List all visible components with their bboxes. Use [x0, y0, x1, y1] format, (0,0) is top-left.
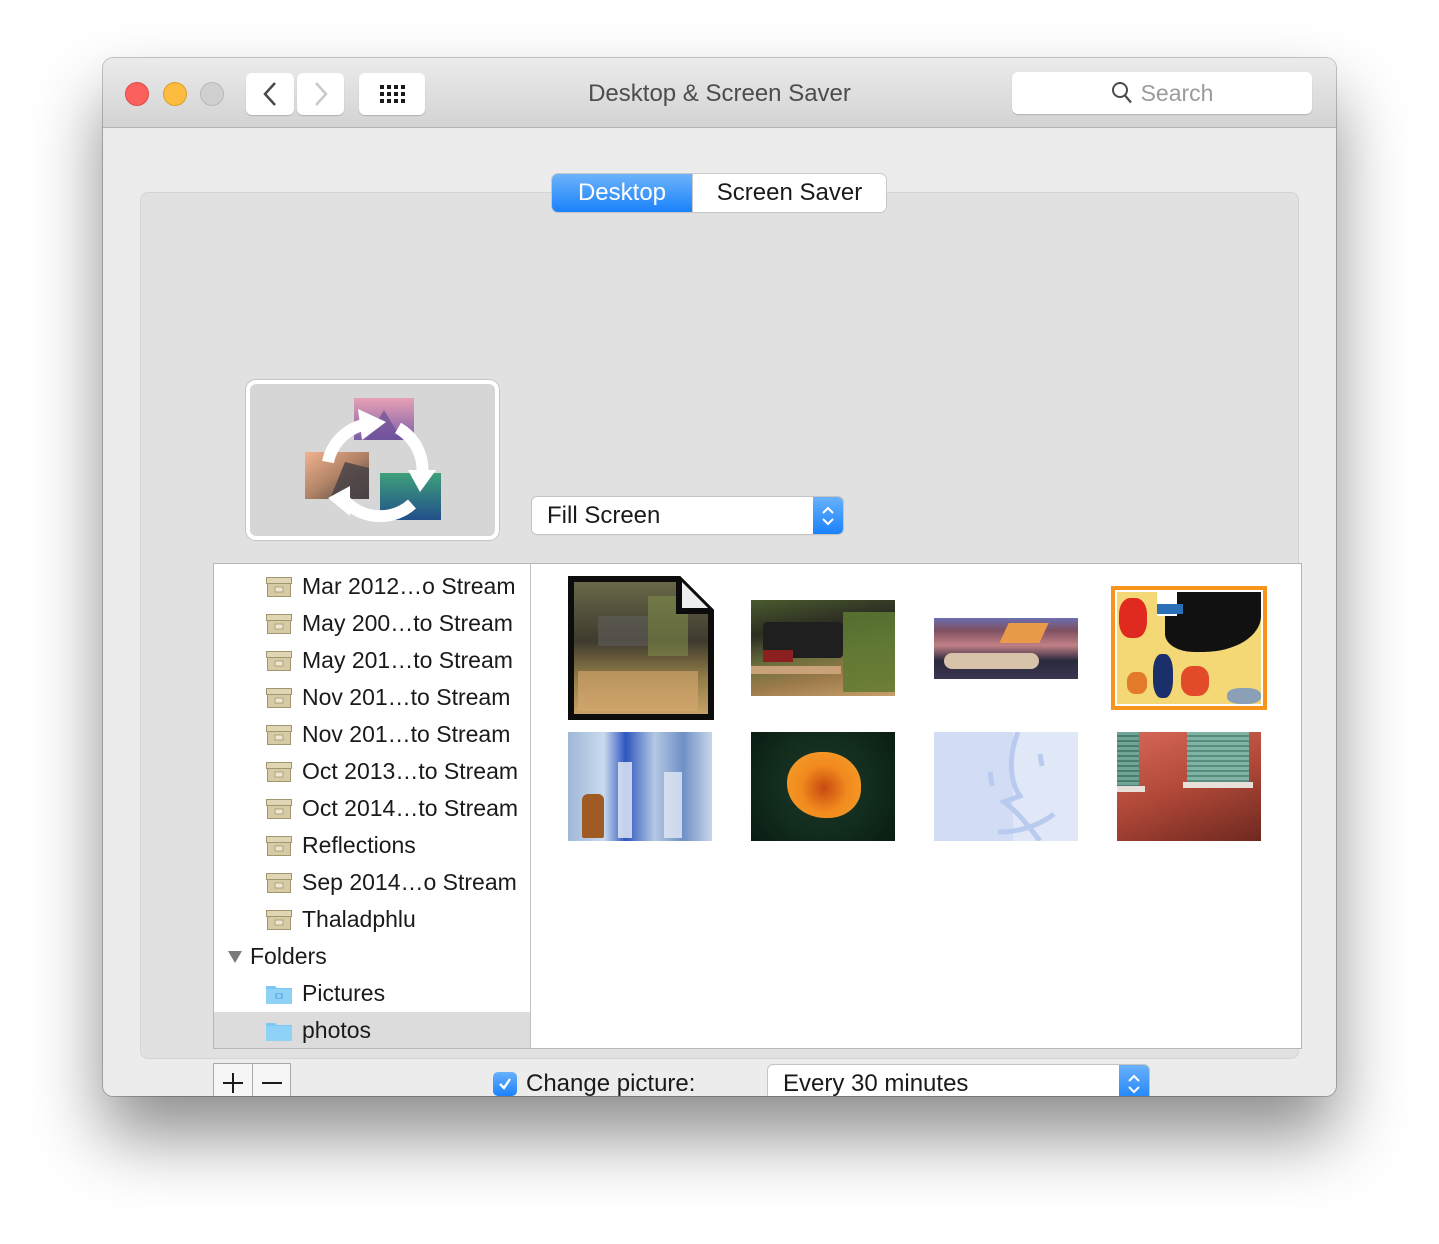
source-item[interactable]: Nov 201…to Stream [214, 716, 530, 753]
photo-stream-box-icon [266, 835, 292, 856]
finder-logo-icon [987, 732, 1056, 841]
photo-stream-box-icon [266, 613, 292, 634]
content-panel: Fill Screen Mar 2012…o Stream May 200…to… [140, 192, 1302, 1096]
photo-stream-box-icon [266, 576, 292, 597]
tab-bar: Desktop Screen Saver [552, 174, 886, 212]
photo-stream-box-icon [266, 761, 292, 782]
search-placeholder: Search [1140, 79, 1214, 106]
popup-arrows-icon [1119, 1065, 1149, 1096]
photo-stream-box-icon [266, 798, 292, 819]
fit-mode-value: Fill Screen [547, 501, 661, 529]
checkmark-icon [499, 1078, 511, 1090]
source-group-folders[interactable]: Folders [214, 938, 530, 975]
thumbnail-steam-train[interactable] [751, 600, 895, 696]
remove-folder-button[interactable] [252, 1064, 290, 1096]
change-interval-popup[interactable]: Every 30 minutes [768, 1065, 1149, 1096]
photo-stream-box-icon [266, 687, 292, 708]
add-folder-button[interactable] [214, 1064, 252, 1096]
source-item[interactable]: May 201…to Stream [214, 642, 530, 679]
rotating-pictures-icon [305, 398, 441, 523]
photo-stream-box-icon [266, 872, 292, 893]
source-list[interactable]: Mar 2012…o Stream May 200…to Stream May … [214, 564, 531, 1048]
photo-stream-box-icon [266, 650, 292, 671]
picture-browser: Mar 2012…o Stream May 200…to Stream May … [213, 563, 1302, 1049]
source-folder-pictures[interactable]: Pictures [214, 975, 530, 1012]
source-item[interactable]: May 200…to Stream [214, 605, 530, 642]
title-bar: Desktop & Screen Saver Search [103, 58, 1336, 128]
source-item[interactable]: Nov 201…to Stream [214, 679, 530, 716]
change-picture-option[interactable]: Change picture: [493, 1070, 695, 1096]
photo-stream-box-icon [266, 724, 292, 745]
source-item[interactable]: Oct 2014…to Stream [214, 790, 530, 827]
thumbnail-burning-ship[interactable] [934, 618, 1078, 679]
source-item[interactable]: Reflections [214, 827, 530, 864]
list-edit-buttons [213, 1063, 291, 1096]
minus-icon [261, 1081, 282, 1084]
source-item[interactable]: Sep 2014…o Stream [214, 864, 530, 901]
source-item[interactable]: Mar 2012…o Stream [214, 568, 530, 605]
thumbnail-glass-bottles[interactable] [568, 732, 712, 841]
thumbnail-finder-face[interactable] [934, 732, 1078, 841]
thumbnail-red-wall-shutters[interactable] [1117, 732, 1261, 841]
thumbnail-abstract-painting[interactable] [1111, 586, 1267, 710]
change-interval-value: Every 30 minutes [783, 1069, 969, 1097]
image-document-icon [568, 576, 714, 720]
change-picture-checkbox[interactable] [493, 1072, 517, 1096]
system-preferences-window: Desktop & Screen Saver Search Desktop Sc… [103, 58, 1336, 1096]
plus-icon [223, 1072, 243, 1093]
source-folder-photos[interactable]: photos [214, 1012, 530, 1048]
disclosure-triangle-icon[interactable] [228, 950, 242, 963]
thumbnail-orange-poppy[interactable] [751, 732, 895, 841]
folder-icon [266, 1022, 292, 1041]
popup-arrows-icon [813, 497, 843, 534]
tab-desktop[interactable]: Desktop [552, 174, 692, 212]
tab-screen-saver[interactable]: Screen Saver [692, 174, 886, 212]
source-item[interactable]: Thaladphlu [214, 901, 530, 938]
change-picture-label: Change picture: [526, 1070, 696, 1096]
thumbnail-train-low-res[interactable] [568, 576, 714, 720]
search-icon [1111, 82, 1132, 104]
pictures-folder-icon [266, 985, 292, 1004]
fit-mode-popup[interactable]: Fill Screen [532, 497, 843, 534]
source-item[interactable]: Oct 2013…to Stream [214, 753, 530, 790]
desktop-preview-well[interactable] [246, 380, 499, 540]
photo-stream-box-icon [266, 909, 292, 930]
search-field[interactable]: Search [1012, 72, 1312, 114]
